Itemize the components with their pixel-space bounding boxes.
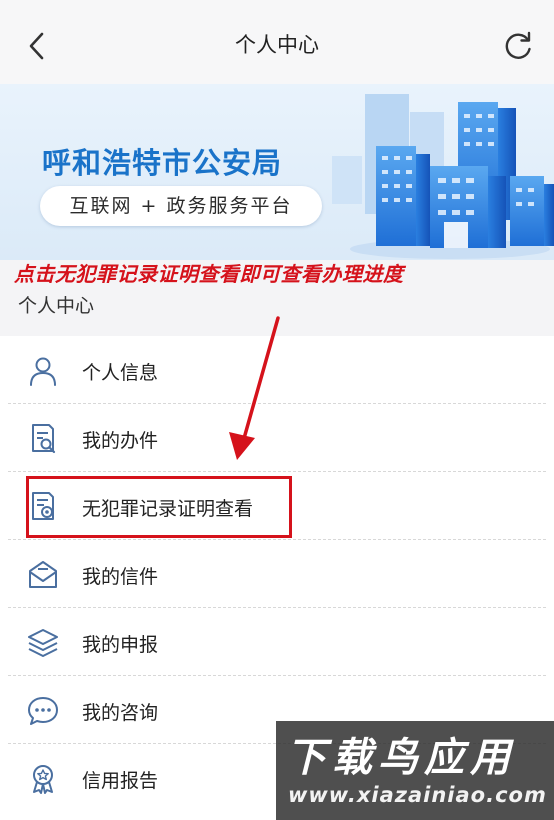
- platform-pill: 互联网 + 政务服务平台: [40, 186, 322, 226]
- document-search-icon: [32, 424, 56, 454]
- watermark: 下载鸟应用 www.xiazainiao.com: [276, 721, 554, 820]
- org-name: 呼和浩特市公安局: [42, 146, 283, 180]
- highlight-box: [26, 476, 292, 538]
- watermark-title: 下载鸟应用: [286, 735, 516, 781]
- section-title: 个人中心: [18, 295, 95, 317]
- menu-item-my-declarations[interactable]: 我的申报: [0, 608, 554, 676]
- watermark-url: www.xiazainiao.com: [288, 783, 547, 807]
- platform-name: 互联网 + 政务服务平台: [69, 195, 293, 217]
- menu-item-label: 我的申报: [82, 634, 159, 656]
- award-icon: [33, 765, 53, 794]
- city-buildings-illustration: [332, 94, 554, 259]
- menu-item-label: 个人信息: [82, 362, 159, 384]
- envelope-icon: [29, 561, 57, 588]
- menu-item-label: 我的咨询: [82, 702, 159, 724]
- nav-bar: 个人中心: [0, 0, 554, 85]
- user-icon: [30, 357, 56, 386]
- red-arrow-annotation: [229, 316, 280, 460]
- layers-icon: [28, 629, 58, 657]
- page-title: 个人中心: [235, 33, 319, 57]
- menu-item-label: 我的信件: [82, 566, 159, 588]
- menu-item-label: 信用报告: [82, 770, 159, 792]
- menu-item-my-letters[interactable]: 我的信件: [0, 540, 554, 608]
- annotation-text: 点击无犯罪记录证明查看即可查看办理进度: [14, 262, 404, 286]
- menu-item-label: 我的办件: [82, 430, 159, 452]
- refresh-icon[interactable]: [500, 28, 536, 64]
- banner: 呼和浩特市公安局 互联网 + 政务服务平台: [0, 84, 554, 260]
- chat-bubble-icon: [28, 697, 58, 725]
